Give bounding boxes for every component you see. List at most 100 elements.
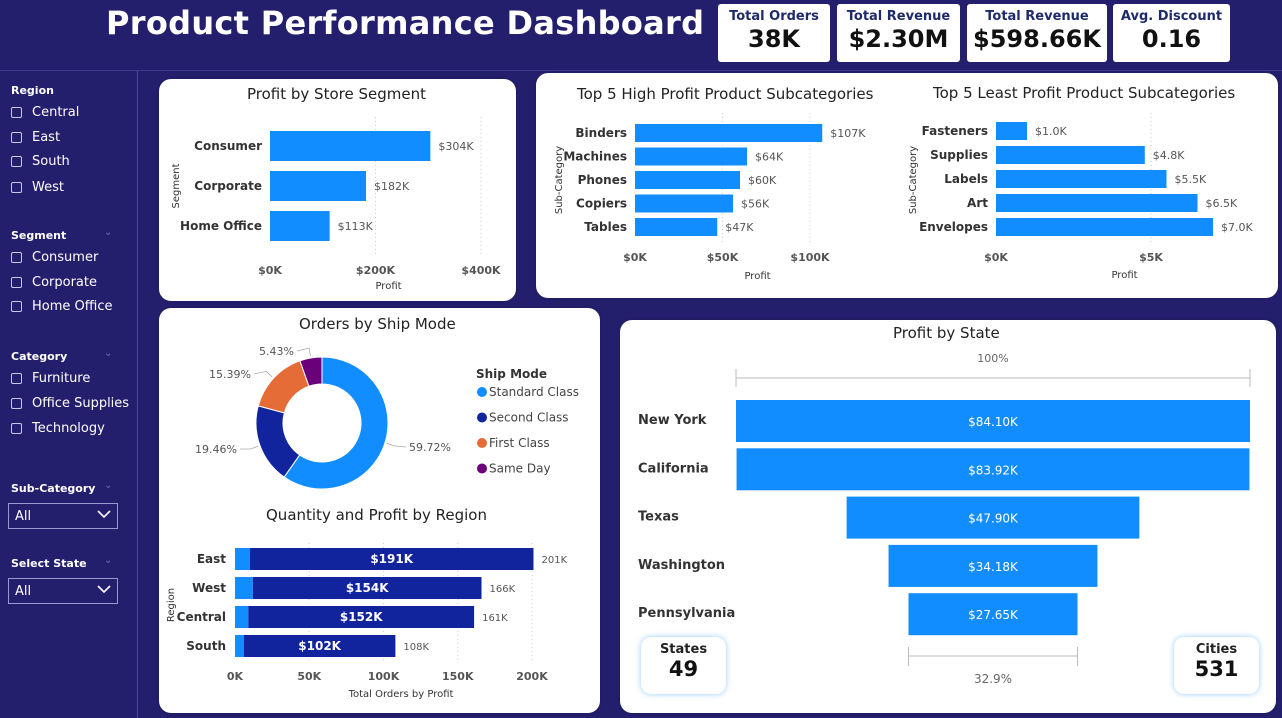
y-axis-label: Sub-Category	[908, 146, 919, 214]
option-label: Furniture	[32, 371, 91, 386]
state-dropdown[interactable]: All	[8, 578, 118, 604]
checkbox[interactable]	[11, 252, 22, 263]
category-label: Central	[177, 610, 226, 624]
data-label: $107K	[830, 127, 866, 140]
bar	[270, 211, 330, 241]
option-label: South	[32, 154, 70, 169]
checkbox[interactable]	[11, 107, 22, 118]
segment-profit-chart: $0K $200K $400K Consumer $304K Corporate $182K…	[171, 117, 501, 292]
checkbox[interactable]	[11, 182, 22, 193]
segment-option-home-office[interactable]: Home Office	[11, 299, 112, 314]
region-option-east[interactable]: East	[11, 130, 60, 145]
category-option-technology[interactable]: Technology	[11, 421, 105, 436]
legend-marker	[477, 438, 487, 448]
bar	[635, 171, 740, 189]
checkbox[interactable]	[11, 373, 22, 384]
category-label: Copiers	[576, 197, 627, 211]
chevron-down-icon[interactable]: ⌄	[104, 227, 112, 238]
kpi-value: 38K	[748, 25, 800, 53]
data-label: $27.65K	[968, 608, 1019, 622]
dropdown-value: All	[15, 509, 32, 524]
data-label: $5.5K	[1175, 173, 1207, 186]
bar	[635, 147, 747, 166]
data-label: $7.0K	[1221, 221, 1253, 234]
checkbox[interactable]	[11, 398, 22, 409]
category-option-furniture[interactable]: Furniture	[11, 371, 90, 386]
data-label: $60K	[748, 174, 777, 187]
bar	[996, 122, 1027, 140]
category-label: Labels	[944, 172, 988, 186]
legend-marker	[477, 412, 487, 423]
chevron-down-icon[interactable]: ⌄	[104, 555, 112, 566]
kpi-label: Total Revenue	[985, 9, 1089, 24]
category-label: Machines	[563, 150, 627, 164]
data-label: $47K	[725, 221, 754, 234]
header-divider	[0, 70, 1282, 71]
category-label: Fasteners	[922, 124, 988, 138]
segment-profit-card: Profit by Store Segment $0K $200K $400K Con…	[159, 79, 516, 301]
kpi-value: $598.66K	[973, 25, 1101, 53]
subcategory-slicer-title: Sub-Category	[11, 482, 96, 495]
slice-label: 5.43%	[259, 345, 294, 358]
checkbox[interactable]	[11, 156, 22, 167]
total-label: 161K	[482, 613, 508, 624]
category-label: South	[186, 639, 226, 653]
checkbox[interactable]	[11, 301, 22, 312]
segment-option-corporate[interactable]: Corporate	[11, 275, 97, 290]
bar-quantity	[235, 577, 253, 599]
data-label: $84.10K	[968, 415, 1019, 429]
category-label: Supplies	[930, 148, 988, 162]
x-axis-label: Total Orders by Profit	[348, 689, 454, 700]
legend-marker	[477, 387, 487, 397]
y-axis-label: Region	[166, 588, 177, 622]
x-tick-label: $50K	[707, 251, 739, 264]
category-label: East	[197, 552, 226, 566]
x-tick-label: $200K	[356, 264, 396, 277]
option-label: Office Supplies	[32, 396, 130, 411]
bar	[996, 218, 1213, 236]
bar-quantity	[235, 635, 244, 657]
legend-label: First Class	[489, 436, 550, 450]
category-label: Home Office	[180, 219, 262, 233]
data-label: $154K	[346, 581, 389, 595]
x-axis-label: Profit	[375, 281, 401, 292]
x-tick-label: $5K	[1139, 251, 1163, 264]
data-label: $182K	[374, 180, 410, 193]
option-label: East	[32, 130, 61, 145]
data-label: $4.8K	[1153, 149, 1185, 162]
region-option-south[interactable]: South	[11, 154, 70, 169]
kpi-label: Total Orders	[729, 9, 819, 24]
category-option-office-supplies[interactable]: Office Supplies	[11, 396, 129, 411]
checkbox[interactable]	[11, 277, 22, 288]
category-label: Art	[967, 196, 988, 210]
chevron-down-icon[interactable]: ⌄	[104, 480, 112, 491]
x-tick-label: $400K	[461, 264, 501, 277]
kpi-avg-discount: Avg. Discount 0.16	[1113, 4, 1230, 62]
leader-line	[253, 370, 273, 378]
bar	[270, 171, 367, 201]
state-label: California	[638, 461, 709, 476]
slice-label: 19.46%	[195, 443, 237, 456]
data-label: $152K	[340, 610, 383, 624]
slice-label: 15.39%	[209, 368, 251, 381]
kpi-value: $2.30M	[848, 25, 949, 53]
dashboard-title: Product Performance Dashboard	[106, 4, 705, 42]
subcategory-dropdown[interactable]: All	[8, 503, 118, 529]
option-label: Technology	[32, 421, 105, 436]
data-label: $47.90K	[968, 512, 1019, 526]
category-slicer-title: Category	[11, 350, 68, 363]
region-option-west[interactable]: West	[11, 180, 64, 195]
option-label: West	[32, 180, 64, 195]
x-tick-label: 50K	[297, 670, 321, 683]
x-tick-label: $0K	[984, 251, 1008, 264]
kpi-total-orders: Total Orders 38K	[718, 4, 830, 62]
checkbox[interactable]	[11, 132, 22, 143]
chevron-down-icon[interactable]: ⌄	[104, 348, 112, 359]
region-option-central[interactable]: Central	[11, 105, 79, 120]
category-label: Consumer	[194, 139, 262, 153]
slice-label: 59.72%	[409, 441, 451, 454]
bar-quantity	[235, 548, 250, 570]
segment-option-consumer[interactable]: Consumer	[11, 250, 98, 265]
checkbox[interactable]	[11, 423, 22, 434]
x-tick-label: $0K	[258, 264, 282, 277]
